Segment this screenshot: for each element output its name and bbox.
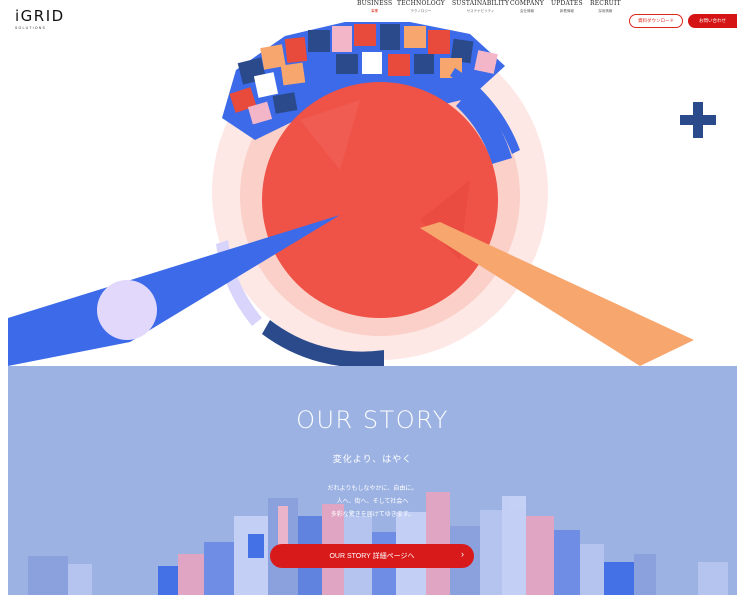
- story-detail-button[interactable]: OUR STORY 詳細ページへ ›: [270, 544, 474, 568]
- story-subtitle: 変化より、はやく: [332, 454, 413, 464]
- lavender-circle: [97, 280, 157, 340]
- chevron-right-icon: ›: [461, 549, 464, 559]
- story-line: 人へ、街へ、そして社会へ: [336, 499, 409, 505]
- our-story-section: OUR STORY 変化より、はやく だれよりもしなやかに、自由に。 人へ、街へ…: [8, 366, 737, 595]
- story-line: 多彩な驚きを届けてゆきます。: [330, 512, 415, 518]
- plus-icon: [680, 102, 716, 138]
- hero-illustration: [8, 22, 716, 366]
- story-line: だれよりもしなやかに、自由に。: [327, 486, 418, 492]
- story-button-label: OUR STORY 詳細ページへ: [329, 553, 415, 560]
- story-body: だれよりもしなやかに、自由に。 人へ、街へ、そして社会へ 多彩な驚きを届けてゆき…: [8, 483, 737, 522]
- story-title: OUR STORY: [296, 406, 449, 434]
